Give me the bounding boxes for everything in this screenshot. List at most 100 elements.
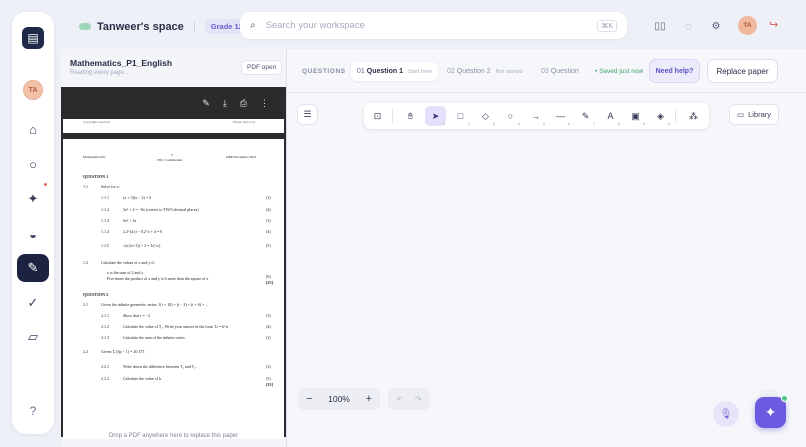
- replace-paper-button[interactable]: Replace paper: [707, 59, 778, 83]
- q1-1-3-text: 6x² > 2x: [123, 218, 137, 223]
- shapes-icon[interactable]: ⁂: [683, 106, 704, 126]
- check-icon[interactable]: ✓: [17, 289, 49, 317]
- zoom-level[interactable]: 100%: [328, 394, 350, 404]
- zoom-control: − 100% +: [298, 388, 380, 410]
- image-icon[interactable]: ▣ 9: [625, 106, 646, 127]
- question-2-heading: QUESTION 2: [83, 292, 109, 297]
- pdf-viewer[interactable]: ✎ ⤓ ⎙ ⋮ Copyright reserved Please turn o…: [61, 87, 286, 439]
- library-label: Library: [748, 110, 772, 119]
- turn-over-text: Please turn over: [233, 120, 256, 124]
- pen-squiggle-icon[interactable]: ✎: [17, 254, 49, 282]
- q1-1-4-text: 2.2^(2x) − 0.2^x + 4 = 0: [123, 229, 163, 234]
- mark: (4): [266, 229, 271, 234]
- space-name: Tanweer's space: [97, 20, 184, 33]
- circle-icon[interactable]: ○: [17, 150, 49, 178]
- pdf-open-button[interactable]: PDF open: [241, 60, 283, 75]
- mark: (2): [266, 195, 271, 200]
- eraser-tool-icon[interactable]: ◈ 0: [650, 106, 671, 127]
- undo-icon[interactable]: ↶: [396, 395, 403, 404]
- tab-status: Not started: [495, 68, 523, 75]
- online-badge: [781, 395, 788, 402]
- q2-1-3-text: Calculate the sum of the infinite series…: [123, 335, 186, 340]
- annotate-icon[interactable]: ✎: [202, 98, 210, 109]
- help-icon[interactable]: ?: [17, 397, 49, 425]
- page-header-left: Mathematics/P1: [83, 155, 106, 159]
- drawing-toolbar: ⊡ ✋︎ ➤ 1 □ 2 ◇ 3 ○ 4 → 5 —6 ✎ 7 A8 ▣ 9 ◈ 0 ⁂: [364, 103, 709, 129]
- q2-1-2-text: Calculate the value of T₂. Write your an…: [123, 324, 229, 329]
- library-icon: ▭: [736, 110, 745, 119]
- document-panel: Mathematics_P1_English Reading every pag…: [61, 49, 286, 447]
- q1-2-bullet-1: x is the sum of 2 and y: [107, 270, 144, 275]
- notifications-icon[interactable]: ⚙: [709, 19, 723, 33]
- toolbar-separator: [675, 109, 676, 123]
- pdf-toolbar: ✎ ⤓ ⎙ ⋮: [61, 87, 286, 119]
- download-icon[interactable]: ⤓: [223, 98, 227, 109]
- question-1-heading: QUESTION 1: [83, 174, 109, 179]
- tab-question-2[interactable]: 02 Question 2 Not started: [441, 62, 529, 81]
- save-status: • Saved just now: [595, 68, 644, 75]
- tab-question-1[interactable]: 01 Question 1 Start here: [351, 62, 439, 81]
- rectangle-icon[interactable]: □ 2: [450, 106, 471, 126]
- menu-icon[interactable]: ☰: [297, 104, 318, 125]
- ai-assistant-button[interactable]: ✦: [755, 395, 788, 428]
- arrow-icon[interactable]: → 5: [525, 106, 546, 126]
- mark: (2): [266, 335, 271, 340]
- mark: (2): [266, 364, 271, 369]
- logout-icon[interactable]: ↪: [769, 18, 778, 31]
- eraser-icon[interactable]: ▱: [17, 323, 49, 351]
- tab-question-3[interactable]: 03 Question: [535, 62, 579, 81]
- workspace-title[interactable]: Tanweer's space Grade 12: [79, 19, 249, 34]
- home-icon[interactable]: ⌂: [17, 115, 49, 143]
- rail-avatar[interactable]: TA: [23, 80, 43, 100]
- q2-2-2-text: Calculate the value of k.: [123, 376, 162, 381]
- search-bar[interactable]: ⌕ ⌘K: [240, 12, 627, 39]
- drop-hint: Drop a PDF anywhere here to replace this…: [108, 433, 239, 439]
- mark: (4): [266, 324, 271, 329]
- mark: (5): [266, 243, 271, 248]
- zoom-out-button[interactable]: −: [306, 393, 312, 405]
- tab-number: 02: [447, 68, 455, 75]
- ellipse-icon[interactable]: ○ 4: [500, 106, 521, 126]
- page-header-right: DBE/November 2021: [226, 155, 257, 159]
- mark: (6): [266, 274, 271, 279]
- mark: (5): [266, 376, 271, 381]
- mark: (3): [266, 313, 271, 318]
- mark-total: [25]: [266, 280, 273, 285]
- zoom-in-button[interactable]: +: [366, 393, 372, 405]
- text-icon[interactable]: A8: [600, 106, 621, 126]
- need-help-button[interactable]: Need help?: [649, 59, 700, 83]
- hand-icon[interactable]: ✋︎: [400, 106, 421, 126]
- q1-1-text: Solve for x:: [101, 184, 120, 189]
- document-status: Reading every page...: [70, 70, 129, 76]
- mark: (3): [266, 218, 271, 223]
- status-circle-icon[interactable]: ○: [681, 19, 695, 34]
- half-circle-icon[interactable]: ◒: [17, 220, 49, 248]
- lock-icon[interactable]: ⊡: [367, 106, 388, 126]
- copyright-text: Copyright reserved: [83, 120, 110, 124]
- q2-2-1-text: Write down the difference between T₁ and…: [123, 364, 197, 369]
- select-arrow-icon[interactable]: ➤ 1: [425, 106, 446, 126]
- line-icon[interactable]: —6: [550, 106, 571, 126]
- diamond-icon[interactable]: ◇ 3: [475, 106, 496, 127]
- sparkle-ai-icon: ✦: [764, 404, 777, 420]
- mark: (4): [266, 207, 271, 212]
- undo-redo-group: ↶ ↷: [388, 388, 430, 410]
- book-icon[interactable]: ▤: [22, 27, 44, 49]
- sparkle-icon[interactable]: ✦: [17, 185, 49, 213]
- library-button[interactable]: ▭ Library: [729, 104, 779, 125]
- search-input[interactable]: [265, 20, 598, 31]
- panels-icon[interactable]: ▯▯: [653, 19, 667, 33]
- document-title: Mathematics_P1_English: [70, 58, 173, 68]
- divider: [193, 21, 195, 32]
- q1-2-text: Calculate the values of x and y if:: [101, 260, 155, 265]
- space-pill-icon: [79, 23, 91, 30]
- print-icon[interactable]: ⎙: [240, 98, 247, 109]
- notification-dot: [44, 183, 47, 186]
- microphone-button[interactable]: 🎙︎: [713, 401, 739, 427]
- pencil-icon[interactable]: ✎ 7: [575, 106, 596, 127]
- questions-label: QUESTIONS: [302, 68, 346, 75]
- more-icon[interactable]: ⋮: [260, 98, 269, 109]
- tab-title: Question 2: [456, 68, 491, 75]
- redo-icon[interactable]: ↷: [415, 395, 422, 404]
- user-avatar[interactable]: TA: [738, 16, 757, 35]
